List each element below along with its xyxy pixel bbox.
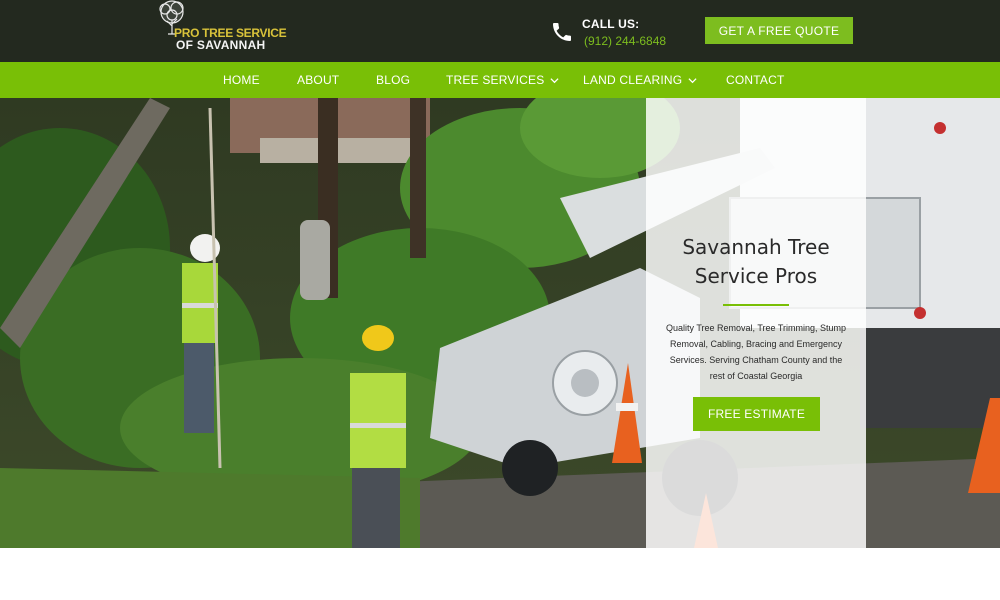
nav-land-clearing-label: LAND CLEARING — [583, 73, 683, 87]
hero-divider — [723, 304, 789, 306]
nav-tree-services[interactable]: TREE SERVICES — [446, 62, 559, 98]
nav-about[interactable]: ABOUT — [297, 62, 339, 98]
free-quote-button[interactable]: GET A FREE QUOTE — [705, 17, 853, 44]
call-us-label: CALL US: — [582, 17, 640, 31]
nav-home-label: HOME — [223, 73, 260, 87]
nav-home[interactable]: HOME — [223, 62, 260, 98]
top-header: PRO TREE SERVICE OF SAVANNAH CALL US: (9… — [0, 0, 1000, 62]
nav-about-label: ABOUT — [297, 73, 340, 87]
nav-blog[interactable]: BLOG — [376, 62, 410, 98]
hero-title-line1: Savannah Tree — [682, 235, 830, 259]
chevron-down-icon — [550, 77, 559, 83]
phone-icon — [553, 23, 571, 41]
nav-contact-label: CONTACT — [726, 73, 785, 87]
main-nav: HOME ABOUT BLOG TREE SERVICES LAND CLEAR… — [0, 62, 1000, 98]
nav-contact[interactable]: CONTACT — [726, 62, 785, 98]
hero-section: Savannah Tree Service Pros Quality Tree … — [0, 98, 1000, 548]
logo-text-bottom: OF SAVANNAH — [176, 38, 266, 52]
nav-land-clearing[interactable]: LAND CLEARING — [583, 62, 697, 98]
site-logo[interactable]: PRO TREE SERVICE OF SAVANNAH — [148, 0, 287, 56]
hero-title-line2: Service Pros — [694, 264, 818, 288]
phone-number-link[interactable]: (912) 244-6848 — [584, 34, 666, 48]
hero-title: Savannah Tree Service Pros — [646, 233, 866, 291]
hero-info-panel: Savannah Tree Service Pros Quality Tree … — [646, 98, 866, 548]
nav-tree-services-label: TREE SERVICES — [446, 73, 545, 87]
chevron-down-icon — [688, 77, 697, 83]
hero-description: Quality Tree Removal, Tree Trimming, Stu… — [665, 323, 847, 381]
nav-blog-label: BLOG — [376, 73, 411, 87]
free-estimate-button[interactable]: FREE ESTIMATE — [693, 397, 820, 431]
